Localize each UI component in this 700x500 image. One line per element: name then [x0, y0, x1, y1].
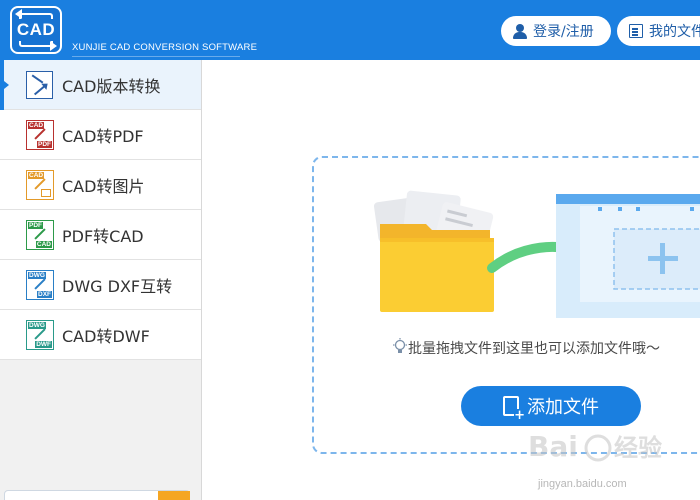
svg-text:Bai: Bai — [528, 430, 578, 463]
watermark-url: jingyan.baidu.com — [538, 478, 627, 490]
app-window-icon — [556, 194, 700, 318]
add-file-icon — [503, 396, 525, 422]
add-file-label: 添加文件 — [527, 397, 599, 418]
drop-hint-text: 批量拖拽文件到这里也可以添加文件哦～ — [408, 341, 660, 357]
svg-text:经验: 经验 — [614, 434, 662, 462]
folder-icon — [380, 224, 494, 312]
lightbulb-icon — [393, 338, 407, 353]
